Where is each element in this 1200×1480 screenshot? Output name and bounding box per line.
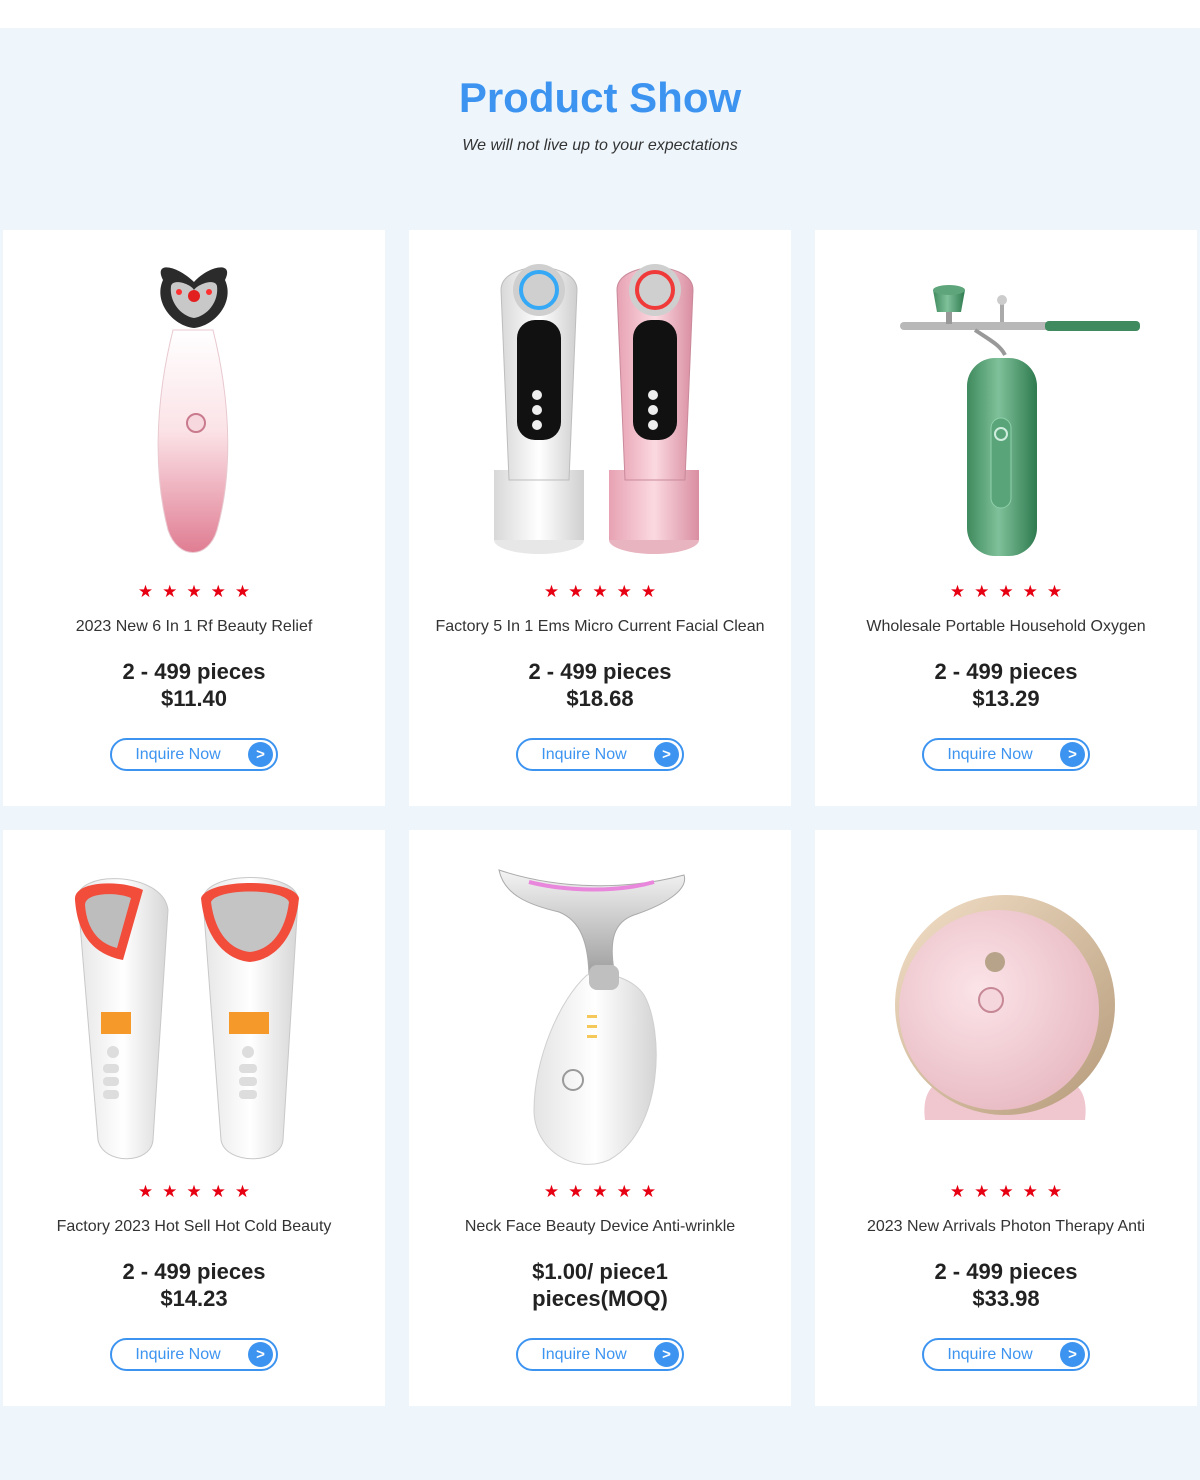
arrow-right-icon: > [654,742,679,767]
product-price: 2 - 499 pieces $11.40 [3,658,385,712]
price-quantity: $1.00/ piece1 [532,1259,668,1284]
inquire-now-label: Inquire Now [135,746,221,763]
inquire-now-label: Inquire Now [135,1346,221,1363]
arrow-right-icon: > [248,1342,273,1367]
product-image[interactable] [815,830,1197,1175]
inquire-now-button[interactable]: Inquire Now > [110,738,278,771]
section-title: Product Show [458,74,742,121]
product-name[interactable]: Wholesale Portable Household Oxygen [815,618,1197,636]
product-price: 2 - 499 pieces $18.68 [409,658,791,712]
inquire-now-button[interactable]: Inquire Now > [922,1338,1090,1371]
product-price: 2 - 499 pieces $13.29 [815,658,1197,712]
product-price: $1.00/ piece1 pieces(MOQ) [409,1258,791,1312]
rating-stars: ★★★★★ [137,582,260,601]
rating-stars: ★★★★★ [137,1182,260,1201]
price-quantity: 2 - 499 pieces [934,659,1078,684]
price-amount: $14.23 [160,1286,228,1311]
inquire-now-button[interactable]: Inquire Now > [922,738,1090,771]
product-card[interactable]: ★★★★★ 2023 New 6 In 1 Rf Beauty Relief 2… [3,230,385,806]
price-quantity: 2 - 499 pieces [934,1259,1078,1284]
product-card[interactable]: ★★★★★ Neck Face Beauty Device Anti-wrink… [409,830,791,1406]
product-card[interactable]: ★★★★★ Factory 5 In 1 Ems Micro Current F… [409,230,791,806]
rating-stars: ★★★★★ [949,1182,1072,1201]
price-amount: pieces(MOQ) [532,1286,668,1311]
inquire-now-button[interactable]: Inquire Now > [110,1338,278,1371]
product-image[interactable] [3,830,385,1175]
product-card[interactable]: ★★★★★ Wholesale Portable Household Oxyge… [815,230,1197,806]
inquire-now-label: Inquire Now [947,1346,1033,1363]
product-name[interactable]: Neck Face Beauty Device Anti-wrinkle [409,1218,791,1236]
arrow-right-icon: > [654,1342,679,1367]
arrow-right-icon: > [1060,1342,1085,1367]
product-image[interactable] [409,230,791,575]
arrow-right-icon: > [248,742,273,767]
inquire-now-label: Inquire Now [947,746,1033,763]
inquire-now-label: Inquire Now [541,1346,627,1363]
product-name[interactable]: 2023 New 6 In 1 Rf Beauty Relief [3,618,385,636]
product-image[interactable] [815,230,1197,575]
price-quantity: 2 - 499 pieces [122,1259,266,1284]
product-card[interactable]: ★★★★★ Factory 2023 Hot Sell Hot Cold Bea… [3,830,385,1406]
section-subtitle: We will not live up to your expectations [462,137,738,154]
inquire-now-label: Inquire Now [541,746,627,763]
product-name[interactable]: 2023 New Arrivals Photon Therapy Anti [815,1218,1197,1236]
product-price: 2 - 499 pieces $33.98 [815,1258,1197,1312]
product-show-section: Product Show We will not live up to your… [0,28,1200,1480]
product-image[interactable] [3,230,385,575]
rating-stars: ★★★★★ [543,582,666,601]
price-amount: $18.68 [566,686,634,711]
product-price: 2 - 499 pieces $14.23 [3,1258,385,1312]
rating-stars: ★★★★★ [543,1182,666,1201]
price-quantity: 2 - 499 pieces [122,659,266,684]
price-amount: $33.98 [972,1286,1040,1311]
price-amount: $11.40 [160,686,228,711]
price-quantity: 2 - 499 pieces [528,659,672,684]
price-amount: $13.29 [972,686,1040,711]
product-card[interactable]: ★★★★★ 2023 New Arrivals Photon Therapy A… [815,830,1197,1406]
arrow-right-icon: > [1060,742,1085,767]
product-image[interactable] [409,830,791,1175]
inquire-now-button[interactable]: Inquire Now > [516,1338,684,1371]
rating-stars: ★★★★★ [949,582,1072,601]
inquire-now-button[interactable]: Inquire Now > [516,738,684,771]
product-name[interactable]: Factory 2023 Hot Sell Hot Cold Beauty [3,1218,385,1236]
product-name[interactable]: Factory 5 In 1 Ems Micro Current Facial … [409,618,791,636]
